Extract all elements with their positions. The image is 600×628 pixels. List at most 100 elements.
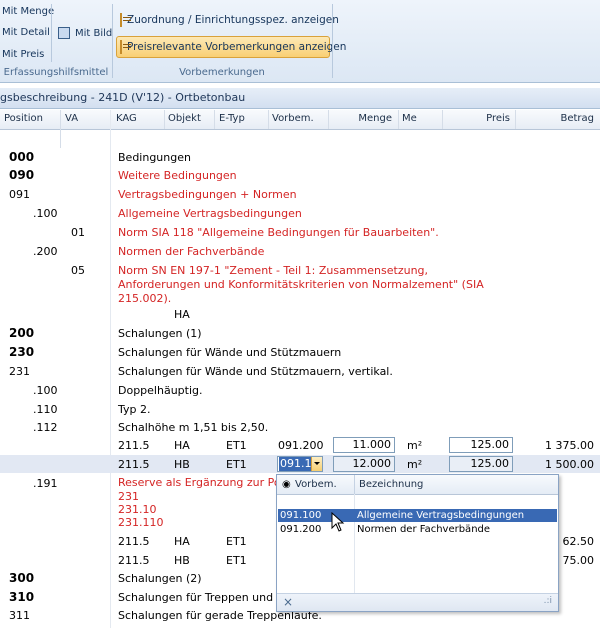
row-text[interactable]: Allgemeine Vertragsbedingungen (118, 207, 302, 220)
preis-field[interactable]: 125.00 (449, 456, 513, 472)
row-text[interactable]: Schalhöhe m 1,51 bis 2,50. (118, 421, 268, 434)
row-objekt: HB (174, 554, 190, 567)
col-divider (268, 110, 269, 129)
zuordnung-label: Zuordnung / Einrichtungsspez. anzeigen (127, 14, 339, 26)
col-divider (328, 110, 329, 129)
row-text[interactable]: Typ 2. (118, 403, 151, 416)
col-divider (60, 110, 61, 148)
row-text[interactable]: Schalungen (2) (118, 572, 202, 585)
col-header-preis[interactable]: Preis (446, 113, 510, 124)
row-text[interactable]: Anforderungen und Konformitätskriterien … (118, 278, 484, 291)
row-text[interactable]: Normen der Fachverbände (118, 245, 264, 258)
row-position: 091 (9, 188, 30, 201)
col-header-etyp[interactable]: E-Typ (219, 113, 245, 124)
col-header-menge[interactable]: Menge (332, 113, 392, 124)
row-kag: 211.5 (118, 535, 150, 548)
mouse-cursor-icon (331, 512, 345, 532)
row-text[interactable]: 215.002). (118, 292, 171, 305)
row-text[interactable]: Norm SN EN 197-1 "Zement - Teil 1: Zusam… (118, 264, 428, 277)
row-etyp: ET1 (226, 458, 247, 471)
col-divider (398, 110, 399, 129)
row-position: 090 (9, 168, 35, 182)
row-text[interactable]: 231 (118, 490, 139, 503)
preisrelevante-label: Preisrelevante Vorbemerkungen anzeigen (127, 41, 347, 53)
dropdown-item[interactable]: 091.200 Normen der Fachverbände (278, 523, 557, 536)
dropdown-item-name: Allgemeine Vertragsbedingungen (357, 510, 525, 521)
preis-field[interactable]: 125.00 (449, 437, 513, 453)
dropdown-item-selected[interactable]: 091.100 Allgemeine Vertragsbedingungen (278, 509, 557, 522)
mit-bild-button[interactable]: Mit Bild (58, 27, 112, 39)
grid-header: Position VA KAG Objekt E-Typ Vorbem. Men… (0, 110, 600, 130)
binoculars-icon: ◉ (282, 479, 291, 490)
col-divider (442, 110, 443, 129)
mit-preis-button[interactable]: Mit Preis (2, 49, 44, 60)
mit-detail-button[interactable]: Mit Detail (2, 27, 50, 38)
row-kag: 211.5 (118, 554, 150, 567)
row-position: .100 (33, 207, 58, 220)
row-kag: 211.5 (118, 439, 150, 452)
row-position: 000 (9, 150, 35, 164)
row-me: m² (407, 458, 423, 471)
row-text[interactable]: Norm SIA 118 "Allgemeine Bedingungen für… (118, 226, 439, 239)
list-icon (120, 40, 131, 54)
row-va: 01 (71, 226, 85, 239)
row-text[interactable]: Schalungen für Wände und Stützmauern, ve… (118, 365, 393, 378)
row-text[interactable]: Schalungen für Wände und Stützmauern (118, 346, 341, 359)
row-text[interactable]: Schalungen (1) (118, 327, 202, 340)
ribbon-divider (112, 4, 113, 78)
dropdown-col-bezeichnung[interactable]: Bezeichnung (359, 479, 423, 490)
ribbon-divider (332, 4, 333, 78)
close-icon[interactable]: × (283, 595, 293, 609)
row-text[interactable]: Bedingungen (118, 151, 191, 164)
vorbem-combobox[interactable]: 091.1 (277, 456, 323, 472)
row-position: .110 (33, 403, 58, 416)
menge-field[interactable]: 11.000 (333, 437, 395, 453)
document-tab[interactable]: gsbeschreibung - 241D (V'12) - Ortbetonb… (0, 88, 600, 109)
dropdown-item-name: Normen der Fachverbände (357, 524, 491, 535)
col-header-vorbem[interactable]: Vorbem. (272, 113, 314, 124)
row-vorbem[interactable]: 091.200 (278, 439, 324, 452)
row-betrag: 1 500.00 (545, 458, 594, 471)
col-header-objekt[interactable]: Objekt (168, 113, 201, 124)
row-text[interactable]: 231.110 (118, 516, 164, 529)
group-label-erfassung: Erfassungshilfsmittel (3, 67, 109, 78)
row-objekt: HA (174, 439, 190, 452)
row-text[interactable]: Doppelhäuptig. (118, 384, 203, 397)
row-position: .112 (33, 421, 58, 434)
row-text[interactable]: Vertragsbedingungen + Normen (118, 188, 297, 201)
col-header-va[interactable]: VA (65, 113, 78, 124)
vorbem-dropdown[interactable]: ◉ Vorbem. Bezeichnung 091.100 Allgemeine… (276, 474, 559, 612)
row-etyp: ET1 (226, 535, 247, 548)
document-tab-title: gsbeschreibung - 241D (V'12) - Ortbetonb… (0, 91, 246, 104)
row-objekt: HA (174, 535, 190, 548)
row-text[interactable]: Reserve als Ergänzung zur Posi (118, 476, 289, 489)
row-text[interactable]: Weitere Bedingungen (118, 169, 237, 182)
col-divider (164, 110, 165, 129)
menge-field[interactable]: 12.000 (333, 456, 395, 472)
col-header-betrag[interactable]: Betrag (520, 113, 594, 124)
resize-grip-icon[interactable]: .:i (544, 596, 552, 606)
row-position: 300 (9, 571, 35, 585)
chevron-down-icon[interactable] (311, 457, 322, 471)
row-text[interactable]: 231.10 (118, 503, 157, 516)
preisrelevante-button[interactable]: Preisrelevante Vorbemerkungen anzeigen (116, 36, 346, 58)
row-me: m² (407, 439, 423, 452)
ribbon-divider (51, 4, 52, 62)
row-text[interactable]: Schalungen für Treppen und P (118, 591, 283, 604)
col-header-position[interactable]: Position (4, 113, 43, 124)
zuordnung-button[interactable]: Zuordnung / Einrichtungsspez. anzeigen (116, 9, 339, 31)
mit-menge-button[interactable]: Mit Menge (2, 6, 54, 17)
dropdown-item-code: 091.100 (280, 510, 322, 521)
row-position: .100 (33, 384, 58, 397)
row-etyp: ET1 (226, 439, 247, 452)
dropdown-col-vorbem[interactable]: Vorbem. (295, 479, 337, 490)
row-va: 05 (71, 264, 85, 277)
col-header-me[interactable]: Me (402, 113, 417, 124)
row-position: .200 (33, 245, 58, 258)
dropdown-item-code: 091.200 (280, 524, 322, 535)
col-header-kag[interactable]: KAG (116, 113, 137, 124)
col-divider (110, 110, 111, 628)
col-divider (515, 110, 516, 129)
group-label-vorbemerkungen: Vorbemerkungen (179, 67, 265, 78)
row-kag: 211.5 (118, 458, 150, 471)
